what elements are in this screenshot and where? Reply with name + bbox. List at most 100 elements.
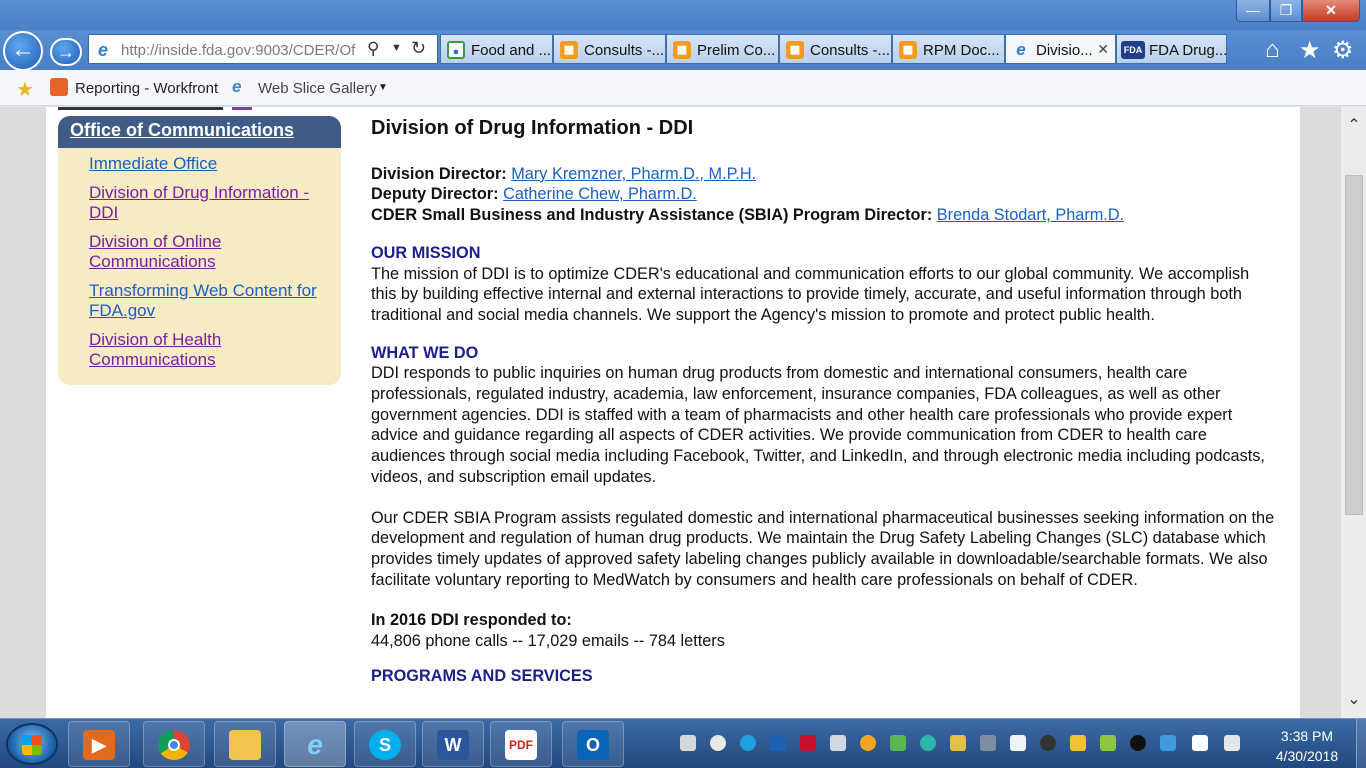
sidebar-item-immediate-office[interactable]: Immediate Office xyxy=(89,154,217,173)
favorites-star-icon[interactable]: ★ xyxy=(1299,36,1321,65)
tab-label: Consults -... xyxy=(810,42,891,59)
tray-app-icon[interactable] xyxy=(1040,735,1056,751)
taskbar-acrobat[interactable]: PDF xyxy=(490,721,552,767)
taskbar-chrome[interactable] xyxy=(143,721,205,767)
address-bar[interactable]: e http://inside.fda.gov:9003/CDER/Of ⚲ ▼… xyxy=(88,34,438,64)
page-title: Division of Drug Information - DDI xyxy=(371,117,694,139)
sidebar-list: Immediate Office Division of Drug Inform… xyxy=(58,148,341,370)
browser-tab[interactable]: ▩ RPM Doc... xyxy=(892,34,1005,64)
tab-label: Prelim Co... xyxy=(697,42,776,59)
tray-update-icon[interactable] xyxy=(860,735,876,751)
tray-lock-icon[interactable] xyxy=(1070,735,1086,751)
tray-app-icon[interactable] xyxy=(980,735,996,751)
sidebar-item-health-communications[interactable]: Division of Health Communications xyxy=(89,330,221,369)
browser-tab[interactable]: FDA FDA Drug... xyxy=(1116,34,1227,64)
tab-label: Food and ... xyxy=(471,42,552,59)
cut-off-element xyxy=(58,107,223,110)
sidebar-title-link[interactable]: Office of Communications xyxy=(70,120,294,140)
tray-monitor-icon[interactable] xyxy=(1010,735,1026,751)
start-button[interactable] xyxy=(6,723,58,765)
fav-reporting-link[interactable]: Reporting - Workfront xyxy=(75,80,218,97)
volume-icon[interactable] xyxy=(1224,735,1240,751)
tray-app-icon[interactable] xyxy=(1130,735,1146,751)
sidebar-item: Division of Health Communications xyxy=(89,330,341,370)
gear-icon[interactable]: ⚙ xyxy=(1332,36,1354,65)
what-we-do-heading: WHAT WE DO xyxy=(371,343,479,362)
battery-icon[interactable] xyxy=(1192,735,1208,751)
browser-navbar: ← → e http://inside.fda.gov:9003/CDER/Of… xyxy=(0,30,1366,71)
sidebar-item: Transforming Web Content for FDA.gov xyxy=(89,281,341,321)
browser-tab-active[interactable]: e Divisio... ✕ xyxy=(1005,34,1116,64)
staff-name-link[interactable]: Catherine Chew, Pharm.D. xyxy=(503,185,697,203)
search-icon[interactable]: ⚲ xyxy=(367,39,379,59)
scroll-up-icon[interactable]: ⌃ xyxy=(1341,115,1366,135)
tray-security-icon[interactable] xyxy=(800,735,816,751)
maximize-button[interactable]: ❐ xyxy=(1270,0,1302,22)
browser-tab[interactable]: ● Food and ... xyxy=(440,34,553,64)
sbia-text: Our CDER SBIA Program assists regulated … xyxy=(371,508,1275,589)
address-text[interactable]: http://inside.fda.gov:9003/CDER/Of xyxy=(121,42,356,59)
close-tab-icon[interactable]: ✕ xyxy=(1097,41,1109,58)
tab-label: Divisio... xyxy=(1036,42,1093,59)
refresh-icon[interactable]: ↻ xyxy=(411,38,426,59)
tray-network-icon[interactable] xyxy=(1100,735,1116,751)
taskbar-media-player[interactable]: ▶ xyxy=(68,721,130,767)
workfront-icon: ▩ xyxy=(786,41,804,59)
taskbar-word[interactable]: W xyxy=(422,721,484,767)
browser-tab[interactable]: ▩ Consults -... xyxy=(553,34,666,64)
taskbar-skype[interactable]: S xyxy=(354,721,416,767)
browser-tab[interactable]: ▩ Consults -... xyxy=(779,34,892,64)
sidebar-item-online-communications[interactable]: Division of Online Communications xyxy=(89,232,221,271)
mission-heading: OUR MISSION xyxy=(371,243,481,262)
add-favorite-icon[interactable]: ★ xyxy=(16,77,34,102)
scroll-thumb[interactable] xyxy=(1345,175,1363,515)
workfront-icon: ▩ xyxy=(899,41,917,59)
back-button[interactable]: ← xyxy=(3,31,43,71)
tray-app-icon[interactable] xyxy=(710,735,726,751)
ie-icon: e xyxy=(232,77,242,96)
clock-date[interactable]: 4/30/2018 xyxy=(1262,748,1352,764)
show-desktop-button[interactable] xyxy=(1356,719,1366,768)
chevron-down-icon[interactable]: ▼ xyxy=(391,42,402,54)
home-icon[interactable]: ⌂ xyxy=(1265,36,1280,64)
taskbar-outlook[interactable]: O xyxy=(562,721,624,767)
close-window-button[interactable]: ✕ xyxy=(1302,0,1360,22)
tray-display-icon[interactable] xyxy=(1160,735,1176,751)
tray-app-icon[interactable] xyxy=(920,735,936,751)
sidebar-item: Immediate Office xyxy=(89,154,341,174)
outlook-icon: O xyxy=(577,730,609,760)
workfront-icon xyxy=(50,78,68,96)
sidebar: Office of Communications Immediate Offic… xyxy=(58,116,341,385)
tray-check-icon[interactable] xyxy=(890,735,906,751)
sidebar-item-ddi[interactable]: Division of Drug Information - DDI xyxy=(89,183,309,222)
tray-app-icon[interactable] xyxy=(950,735,966,751)
page-viewport: Office of Communications Immediate Offic… xyxy=(0,107,1366,718)
vertical-scrollbar[interactable]: ⌃ ⌄ xyxy=(1340,107,1366,718)
tab-label: Consults -... xyxy=(584,42,665,59)
web-slice-gallery-link[interactable]: Web Slice Gallery xyxy=(258,80,377,97)
stats-heading: In 2016 DDI responded to: xyxy=(371,611,572,630)
skype-icon: S xyxy=(369,730,401,760)
taskbar-file-explorer[interactable] xyxy=(214,721,276,767)
staff-name-link[interactable]: Mary Kremzner, Pharm.D., M.P.H. xyxy=(511,165,756,183)
clock-time[interactable]: 3:38 PM xyxy=(1262,728,1352,744)
browser-tab[interactable]: ▩ Prelim Co... xyxy=(666,34,779,64)
favorites-bar: ★ Reporting - Workfront e Web Slice Gall… xyxy=(0,70,1366,106)
ie-icon: e xyxy=(307,729,323,760)
tab-label: FDA Drug... xyxy=(1149,42,1227,59)
chevron-down-icon[interactable]: ▼ xyxy=(378,82,388,93)
sidebar-item-transforming-web-content[interactable]: Transforming Web Content for FDA.gov xyxy=(89,281,317,320)
scroll-down-icon[interactable]: ⌄ xyxy=(1341,689,1366,709)
tray-outlook-icon[interactable] xyxy=(770,735,786,751)
staff-name-link[interactable]: Brenda Stodart, Pharm.D. xyxy=(937,206,1124,224)
staff-role: CDER Small Business and Industry Assista… xyxy=(371,206,933,225)
taskbar-internet-explorer[interactable]: e xyxy=(284,721,346,767)
tray-signal-icon[interactable] xyxy=(830,735,846,751)
tray-app-icon[interactable] xyxy=(680,735,696,751)
staff-row: CDER Small Business and Industry Assista… xyxy=(371,205,1276,226)
tray-skype-icon[interactable] xyxy=(740,735,756,751)
taskbar: ▶ e S W PDF O 3:38 PM 4/30/2018 xyxy=(0,718,1366,768)
forward-button[interactable]: → xyxy=(50,38,82,66)
minimize-button[interactable]: — xyxy=(1236,0,1270,22)
mission-text: The mission of DDI is to optimize CDER's… xyxy=(371,264,1250,324)
